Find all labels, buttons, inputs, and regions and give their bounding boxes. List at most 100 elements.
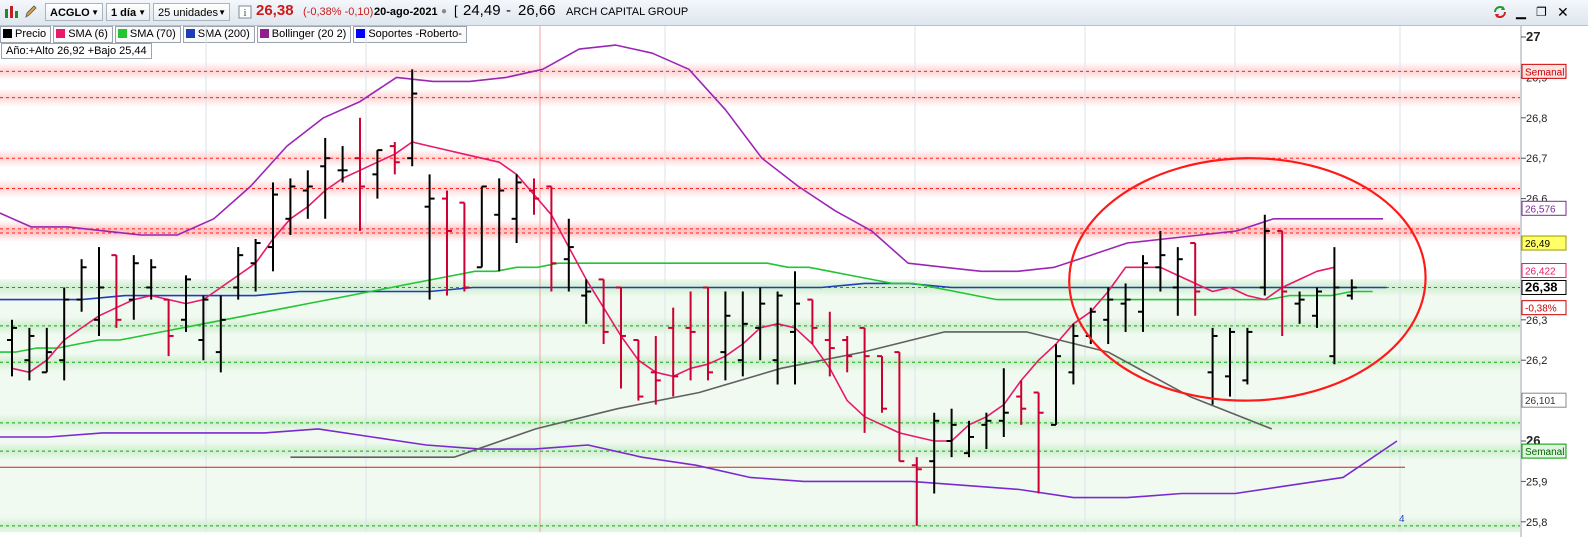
legend-item-sma200[interactable]: SMA (200) [182, 26, 255, 43]
ohlc-bar [581, 279, 592, 324]
ohlc-bar [268, 182, 278, 272]
edit-icon[interactable] [23, 3, 39, 21]
symbol-select[interactable]: ACGLO ▼ [45, 3, 103, 21]
ohlc-bar [442, 190, 452, 296]
ohlc-bar [998, 368, 1009, 437]
ohlc-bar [1277, 229, 1288, 336]
axis-tick-label: 26,9 [1526, 72, 1547, 84]
ohlc-bar [1103, 287, 1114, 345]
interval-value: 1 día [111, 7, 137, 19]
legend-label: Bollinger (20 2) [271, 28, 347, 40]
ohlc-bar [703, 286, 713, 381]
price-axis-bg [1521, 26, 1588, 537]
ohlc-bar [424, 174, 435, 300]
last-price: 26,38 [256, 2, 294, 19]
sma70-line [0, 262, 1373, 353]
price-chart[interactable]: 27 26,9 26,8 26,7 26,6 26,3 26,2 26 25,9 25,8 Sema… [0, 0, 1588, 537]
ohlc-bar [389, 142, 400, 175]
axis-tag-label: 26,576 [1525, 204, 1556, 215]
axis-tick-label: 25,9 [1526, 476, 1547, 488]
axis-tick-label: 26,6 [1526, 194, 1547, 206]
axis-tag-label: 26,422 [1525, 267, 1556, 278]
legend-swatch [259, 29, 269, 38]
axis-tag-label: 26,49 [1525, 239, 1550, 250]
support-glow [0, 316, 1520, 335]
legend-item-sma70[interactable]: SMA (70) [114, 26, 181, 43]
legend-label: SMA (6) [68, 28, 108, 40]
axis-tag [1521, 300, 1567, 316]
ohlc-bar [1155, 230, 1166, 292]
interval-select[interactable]: 1 día ▼ [106, 3, 150, 21]
ohlc-bar [146, 259, 157, 300]
chevron-down-icon: ▼ [138, 8, 146, 17]
bollinger-lower-line [0, 428, 1398, 499]
support-glow [0, 442, 1520, 461]
resistance-glow [0, 88, 1520, 107]
ohlc-bar [790, 271, 800, 385]
axis-tag-label: 26,101 [1525, 396, 1556, 407]
ohlc-bar [1294, 291, 1305, 324]
ohlc-bar [546, 185, 557, 292]
ohlc-bar [598, 278, 609, 345]
bollinger-upper-line [0, 44, 1384, 273]
info-icon[interactable]: i [238, 3, 252, 21]
ohlc-bar [41, 327, 52, 374]
legend-label: SMA (70) [129, 28, 176, 40]
legend-swatch [3, 29, 12, 38]
close-icon[interactable]: ✕ [1557, 3, 1569, 21]
ohlc-bar [76, 259, 87, 312]
ohlc-bar [181, 275, 191, 332]
legend-label: Soportes -Roberto- [368, 28, 462, 40]
toolbar: ACGLO ▼ 1 día ▼ 25 unidades ▼ i 26,38 (-0,3… [0, 0, 1588, 26]
support-glow [0, 413, 1520, 432]
year-range-text: Año:+Alto 26,92 +Bajo 25,44 [6, 45, 147, 57]
ohlc-bar [737, 291, 748, 377]
ohlc-bar [476, 185, 487, 269]
units-select[interactable]: 25 unidades ▼ [153, 3, 230, 21]
support-glow [0, 353, 1520, 372]
ohlc-bar [633, 339, 644, 401]
bar-chart-icon[interactable] [3, 3, 19, 21]
ohlc-bar [1207, 327, 1218, 405]
axis-tick-label: 26,7 [1526, 153, 1547, 165]
ohlc-bar [981, 412, 992, 450]
ohlc-bar [1259, 214, 1270, 296]
ohlc-bar [1190, 242, 1201, 316]
year-range-box: Año:+Alto 26,92 +Bajo 25,44 [1, 43, 152, 59]
ohlc-bar [320, 138, 331, 219]
axis-tag-label: Semanal [1525, 67, 1564, 78]
support-glow [0, 278, 1520, 297]
resistance-glow [0, 62, 1520, 81]
legend-item-price[interactable]: Precio [0, 26, 52, 43]
legend-item-bollinger[interactable]: Bollinger (20 2) [256, 26, 352, 43]
legend-label: Precio [15, 28, 47, 40]
ohlc-bar [1016, 380, 1027, 425]
company-name: ARCH CAPITAL GROUP [566, 6, 689, 18]
refresh-icon[interactable] [1491, 3, 1509, 21]
ohlc-bar [668, 307, 679, 397]
ohlc-bar [337, 146, 348, 183]
restore-icon[interactable]: ❐ [1536, 3, 1547, 21]
axis-tick-label: 25,8 [1526, 517, 1547, 529]
ohlc-bar [946, 408, 957, 458]
ohlc-bar [616, 286, 626, 389]
ohlc-bar [1346, 279, 1357, 300]
legend-swatch [185, 29, 195, 38]
axis-tag [1521, 63, 1567, 79]
price-change: (-0,38% -0,10) [303, 6, 374, 18]
ohlc-bar [511, 174, 522, 244]
chevron-down-icon: ▼ [218, 8, 226, 17]
legend-item-supports[interactable]: Soportes -Roberto- [353, 26, 467, 43]
ohlc-bar [128, 255, 139, 320]
ohlc-bar [1085, 307, 1096, 345]
minimize-icon[interactable]: ▁ [1516, 3, 1526, 21]
units-value: 25 unidades [158, 7, 218, 19]
ohlc-bar [94, 247, 104, 336]
support-zone [0, 279, 1520, 532]
sma6-line [11, 141, 1335, 442]
resistance-glow [0, 219, 1520, 238]
legend-item-sma6[interactable]: SMA (6) [53, 26, 113, 43]
resistance-glow [0, 223, 1520, 242]
ohlc-bar [372, 149, 383, 199]
annotation-circle [1068, 157, 1427, 402]
